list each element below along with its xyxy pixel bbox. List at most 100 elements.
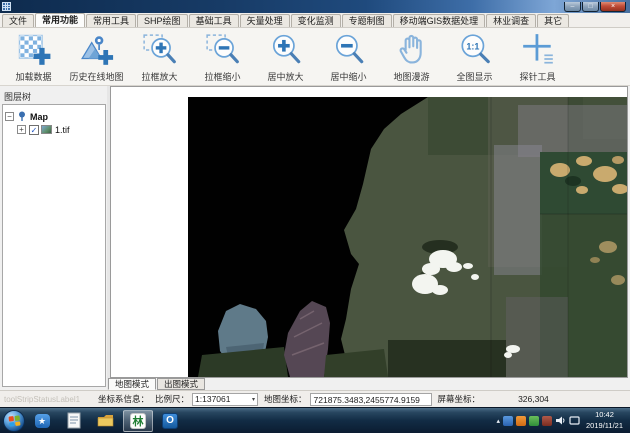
tool-label: 加载数据 (15, 70, 51, 83)
screen-coord-label: 屏幕坐标： (438, 393, 481, 405)
taskbar-app-explorer[interactable] (91, 410, 121, 432)
svg-text:1:1: 1:1 (466, 41, 479, 51)
window-titlebar: – □ × (0, 0, 630, 13)
map-pin-icon (17, 111, 27, 122)
menu-tab-basic-tools[interactable]: 基础工具 (189, 14, 239, 27)
layer-tree: − Map + ✓ 1.tif (2, 104, 106, 387)
full-extent-button[interactable]: 1:1 全图显示 (443, 30, 506, 85)
menu-tab-thematic-mapping[interactable]: 专题制图 (342, 14, 392, 27)
tool-label: 拉框放大 (141, 70, 177, 83)
history-online-map-icon (79, 32, 115, 68)
star-bubble-icon: ★ (35, 414, 50, 428)
full-extent-icon: 1:1 (457, 32, 493, 68)
layer-visibility-checkbox[interactable]: ✓ (29, 125, 39, 135)
hidden-icons-arrow[interactable]: ▴ (497, 417, 501, 425)
tray-blue-app-icon[interactable] (503, 416, 513, 426)
toolbar: 加载数据 历史在线地图 (0, 28, 630, 86)
tray-orange-app-icon[interactable] (516, 416, 526, 426)
tree-node-layer[interactable]: + ✓ 1.tif (17, 123, 103, 136)
center-zoom-out-button[interactable]: 居中缩小 (317, 30, 380, 85)
taskbar-clock[interactable]: 10:42 2019/11/21 (583, 410, 628, 430)
tool-label: 全图显示 (456, 70, 492, 83)
statusbar: toolStripStatusLabel1 坐标系信息： 比例尺： 1:1370… (0, 390, 630, 407)
screen: – □ × 文件 常用功能 常用工具 SHP绘图 基础工具 矢量处理 变化监测 … (0, 0, 630, 433)
maximize-button[interactable]: □ (582, 2, 599, 12)
map-coord-field[interactable]: 721875.3483,2455774.9159 (310, 393, 432, 406)
scale-combobox[interactable]: 1:137061 ▾ (192, 393, 258, 406)
raster-thumbnail-icon (41, 125, 52, 134)
view-mode-tabs: 地图模式 出图模式 (108, 378, 206, 390)
menu-tab-common-functions[interactable]: 常用功能 (35, 13, 85, 27)
clock-time: 10:42 (586, 410, 623, 420)
scale-value: 1:137061 (195, 394, 252, 404)
tab-map-mode[interactable]: 地图模式 (108, 378, 156, 390)
workspace: 图层树 − Map + ✓ 1.tif (0, 86, 630, 390)
start-button[interactable] (3, 410, 25, 432)
o-app-icon: O (162, 413, 178, 429)
raster-image (188, 97, 628, 377)
menu-tab-other[interactable]: 其它 (537, 14, 569, 27)
layer-panel: 图层树 − Map + ✓ 1.tif (0, 86, 107, 390)
menu-tab-mobile-gis-data[interactable]: 移动端GIS数据处理 (393, 14, 486, 27)
tool-label: 地图漫游 (393, 70, 429, 83)
system-tray: ▴ 10:42 2019/11/21 (497, 410, 630, 430)
window-controls: – □ × (563, 2, 626, 12)
ribbon-tab-strip: 文件 常用功能 常用工具 SHP绘图 基础工具 矢量处理 变化监测 专题制图 移… (0, 13, 630, 28)
tree-node-label: Map (30, 112, 48, 122)
pan-button[interactable]: 地图漫游 (380, 30, 443, 85)
tool-label: 探针工具 (519, 70, 555, 83)
windows-logo-icon (8, 415, 20, 426)
tab-layout-mode[interactable]: 出图模式 (157, 378, 205, 390)
menu-tab-file[interactable]: 文件 (2, 14, 34, 27)
screen-coord-value: 326,304 (518, 394, 549, 404)
taskbar-app-notepad[interactable] (59, 410, 89, 432)
tree-node-label: 1.tif (55, 125, 70, 135)
app-grid-icon (2, 2, 11, 11)
box-zoom-out-icon (205, 32, 241, 68)
tray-green-app-icon[interactable] (529, 416, 539, 426)
pan-hand-icon (394, 32, 430, 68)
menu-tab-forestry-survey[interactable]: 林业调查 (486, 14, 536, 27)
taskbar: ★ 林 O ▴ (0, 407, 630, 433)
minimize-button[interactable]: – (564, 2, 581, 12)
expand-icon[interactable]: + (17, 125, 26, 134)
center-zoom-out-icon (331, 32, 367, 68)
box-zoom-in-icon (142, 32, 178, 68)
history-online-map-button[interactable]: 历史在线地图 (65, 30, 128, 85)
probe-tool-button[interactable]: 探针工具 (506, 30, 569, 85)
taskbar-app-star-chat[interactable]: ★ (27, 410, 57, 432)
probe-tool-icon (520, 32, 556, 68)
box-zoom-out-button[interactable]: 拉框缩小 (191, 30, 254, 85)
collapse-icon[interactable]: − (5, 112, 14, 121)
map-coord-label: 地图坐标： (264, 393, 307, 405)
load-data-grid-plus-icon (16, 32, 52, 68)
center-zoom-in-icon (268, 32, 304, 68)
folder-icon (97, 413, 115, 428)
taskbar-app-forestry-gis[interactable]: 林 (123, 410, 153, 432)
chevron-down-icon[interactable]: ▾ (252, 396, 255, 403)
scale-label: 比例尺： (155, 393, 189, 405)
menu-tab-common-tools[interactable]: 常用工具 (86, 14, 136, 27)
menu-tab-vector-processing[interactable]: 矢量处理 (240, 14, 290, 27)
box-zoom-in-button[interactable]: 拉框放大 (128, 30, 191, 85)
center-zoom-in-button[interactable]: 居中放大 (254, 30, 317, 85)
map-view[interactable] (110, 86, 628, 378)
volume-icon[interactable] (555, 415, 566, 426)
taskbar-app-o[interactable]: O (155, 410, 185, 432)
tool-label: 居中放大 (267, 70, 303, 83)
tray-red-app-icon[interactable] (542, 416, 552, 426)
menu-tab-shp-draw[interactable]: SHP绘图 (137, 14, 188, 27)
coord-sys-label: 坐标系信息： (98, 393, 149, 405)
tree-node-map[interactable]: − Map (5, 110, 103, 123)
layer-panel-title: 图层树 (0, 86, 107, 105)
close-button[interactable]: × (600, 2, 626, 12)
forestry-app-icon: 林 (130, 413, 146, 429)
tool-label: 拉框缩小 (204, 70, 240, 83)
clock-date: 2019/11/21 (586, 421, 623, 431)
menu-tab-change-monitoring[interactable]: 变化监测 (291, 14, 341, 27)
input-indicator-icon[interactable] (569, 415, 580, 426)
load-data-button[interactable]: 加载数据 (2, 30, 65, 85)
tool-label: 居中缩小 (330, 70, 366, 83)
tool-label: 历史在线地图 (69, 70, 123, 83)
notepad-icon (67, 412, 82, 429)
